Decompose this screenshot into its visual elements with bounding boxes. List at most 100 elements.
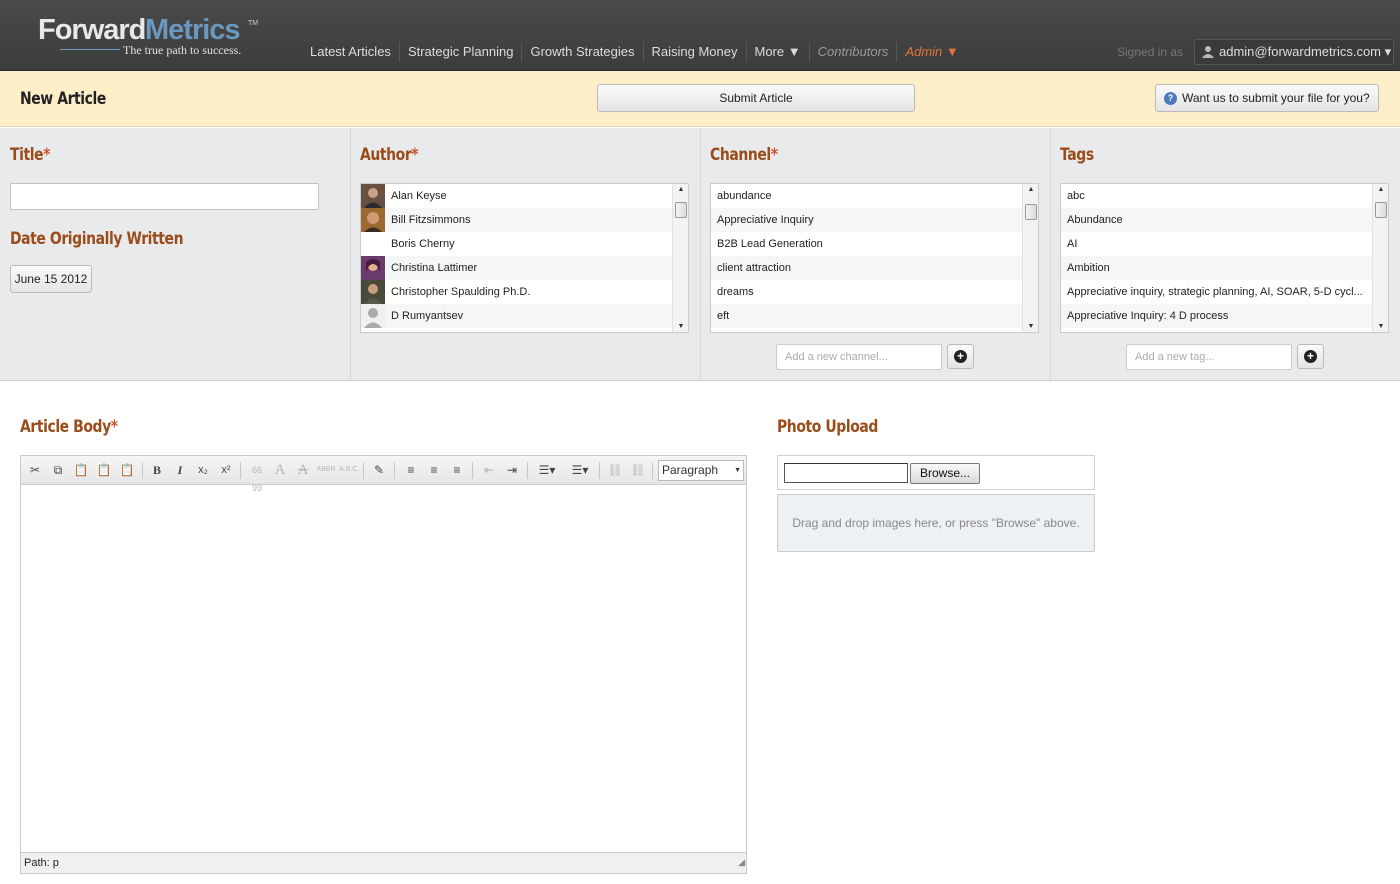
nav-latest-articles[interactable]: Latest Articles: [302, 42, 400, 62]
editor-path-bar: Path: p ◢: [21, 852, 746, 873]
list-item[interactable]: B2B Lead Generation: [711, 232, 1038, 256]
scroll-down-icon[interactable]: ▼: [1027, 323, 1035, 330]
add-channel-button[interactable]: +: [947, 344, 974, 369]
article-body-heading: Article Body*: [20, 417, 118, 437]
channel-heading-text: Channel: [710, 145, 771, 165]
nav-contributors[interactable]: Contributors: [810, 42, 898, 62]
avatar: [361, 184, 385, 208]
channel-listbox[interactable]: abundance Appreciative Inquiry B2B Lead …: [710, 183, 1039, 333]
top-navigation-bar: Forward Metrics TM The true path to succ…: [0, 0, 1400, 71]
remove-format-icon[interactable]: A: [293, 461, 313, 479]
bold-icon[interactable]: B: [147, 461, 167, 479]
align-left-icon[interactable]: ≡: [401, 461, 421, 479]
cut-icon[interactable]: ✂: [25, 461, 45, 479]
author-listbox[interactable]: Alan Keyse Bill Fitzsimmons Boris Cherny…: [360, 183, 689, 333]
tags-listbox[interactable]: abc Abundance AI Ambition Appreciative i…: [1060, 183, 1389, 333]
scroll-down-icon[interactable]: ▼: [677, 323, 685, 330]
copy-icon[interactable]: ⧉: [48, 461, 68, 479]
paste-word-icon[interactable]: 📋: [117, 461, 137, 479]
nav-growth-strategies[interactable]: Growth Strategies: [522, 42, 644, 62]
author-scrollbar[interactable]: ▲ ▼: [672, 184, 688, 332]
new-channel-input[interactable]: Add a new channel...: [776, 344, 942, 370]
avatar: [361, 304, 385, 328]
indent-icon[interactable]: ⇥: [502, 461, 522, 479]
tags-scrollbar[interactable]: ▲ ▼: [1372, 184, 1388, 332]
list-item[interactable]: D Rumyantsev: [361, 304, 688, 328]
required-mark: *: [411, 145, 419, 165]
list-item[interactable]: dreams: [711, 280, 1038, 304]
submit-file-help-button[interactable]: ? Want us to submit your file for you?: [1155, 84, 1379, 112]
list-item[interactable]: abundance: [711, 184, 1038, 208]
nav-admin-dropdown[interactable]: Admin ▼: [897, 42, 966, 62]
plus-icon: +: [1304, 350, 1317, 363]
bullet-list-icon[interactable]: ☰▾: [533, 461, 561, 479]
nav-raising-money[interactable]: Raising Money: [644, 42, 747, 62]
new-tag-input[interactable]: Add a new tag...: [1126, 344, 1292, 370]
title-input[interactable]: [10, 183, 319, 210]
list-item[interactable]: Ambition: [1061, 256, 1388, 280]
browse-button[interactable]: Browse...: [910, 463, 980, 484]
paste-text-icon[interactable]: 📋: [94, 461, 114, 479]
paste-icon[interactable]: 📋: [71, 461, 91, 479]
edit-source-icon[interactable]: ✎: [369, 461, 389, 479]
list-item[interactable]: Appreciative Inquiry: 4 D process: [1061, 304, 1388, 328]
add-tag-button[interactable]: +: [1297, 344, 1324, 369]
date-heading: Date Originally Written: [10, 229, 184, 249]
toolbar-separator: [240, 462, 241, 479]
nav-strategic-planning[interactable]: Strategic Planning: [400, 42, 523, 62]
list-item[interactable]: Abundance: [1061, 208, 1388, 232]
submit-article-button[interactable]: Submit Article: [597, 84, 915, 112]
subscript-icon[interactable]: x₂: [193, 461, 213, 479]
font-color-icon[interactable]: A: [270, 461, 290, 479]
paragraph-format-select[interactable]: Paragraph ▼: [658, 460, 744, 481]
list-item[interactable]: Christopher Spaulding Ph.D.: [361, 280, 688, 304]
help-button-label: Want us to submit your file for you?: [1182, 91, 1370, 105]
author-name: Christopher Spaulding Ph.D.: [391, 286, 531, 298]
scroll-down-icon[interactable]: ▼: [1377, 323, 1385, 330]
file-upload-box: Browse...: [777, 455, 1095, 490]
acronym-icon[interactable]: A.B.C.: [339, 461, 359, 479]
user-account-button[interactable]: admin@forwardmetrics.com ▾: [1194, 39, 1394, 65]
scroll-up-icon[interactable]: ▲: [1027, 186, 1035, 193]
nav-more-dropdown[interactable]: More ▼: [747, 42, 810, 62]
signed-in-label: Signed in as: [1117, 45, 1184, 59]
list-item[interactable]: Bill Fitzsimmons: [361, 208, 688, 232]
plus-icon: +: [954, 350, 967, 363]
list-item[interactable]: abc: [1061, 184, 1388, 208]
superscript-icon[interactable]: x²: [216, 461, 236, 479]
toolbar-separator: [142, 462, 143, 479]
outdent-icon[interactable]: ⇤: [479, 461, 499, 479]
channel-scrollbar[interactable]: ▲ ▼: [1022, 184, 1038, 332]
list-item[interactable]: AI: [1061, 232, 1388, 256]
resize-handle-icon[interactable]: ◢: [738, 852, 745, 872]
date-picker-button[interactable]: June 15 2012: [10, 265, 92, 293]
page-action-bar: New Article Submit Article ? Want us to …: [0, 71, 1400, 127]
align-right-icon[interactable]: ≡: [447, 461, 467, 479]
logo-underline: [60, 49, 120, 50]
list-item[interactable]: Boris Cherny: [361, 232, 688, 256]
list-item[interactable]: client attraction: [711, 256, 1038, 280]
scrollbar-thumb[interactable]: [675, 202, 687, 218]
blockquote-icon[interactable]: 66 99: [247, 461, 267, 493]
list-item[interactable]: Appreciative inquiry, strategic planning…: [1061, 280, 1388, 304]
image-drop-zone[interactable]: Drag and drop images here, or press "Bro…: [777, 494, 1095, 552]
scrollbar-thumb[interactable]: [1375, 202, 1387, 218]
scroll-up-icon[interactable]: ▲: [1377, 186, 1385, 193]
logo-tagline: The true path to success.: [123, 43, 242, 57]
list-item[interactable]: Christina Lattimer: [361, 256, 688, 280]
list-item[interactable]: eft: [711, 304, 1038, 328]
align-center-icon[interactable]: ≡: [424, 461, 444, 479]
abbreviation-icon[interactable]: ABBR: [316, 461, 336, 479]
unlink-icon[interactable]: ⛓: [628, 461, 648, 479]
list-item[interactable]: Alan Keyse: [361, 184, 688, 208]
italic-icon[interactable]: I: [170, 461, 190, 479]
avatar: [361, 280, 385, 304]
numbered-list-icon[interactable]: ☰▾: [566, 461, 594, 479]
link-icon[interactable]: ⛓: [605, 461, 625, 479]
scrollbar-thumb[interactable]: [1025, 204, 1037, 220]
scroll-up-icon[interactable]: ▲: [677, 186, 685, 193]
file-path-input[interactable]: [784, 463, 908, 483]
forwardmetrics-logo[interactable]: Forward Metrics TM The true path to succ…: [38, 14, 268, 58]
channel-heading: Channel*: [710, 145, 778, 165]
list-item[interactable]: Appreciative Inquiry: [711, 208, 1038, 232]
